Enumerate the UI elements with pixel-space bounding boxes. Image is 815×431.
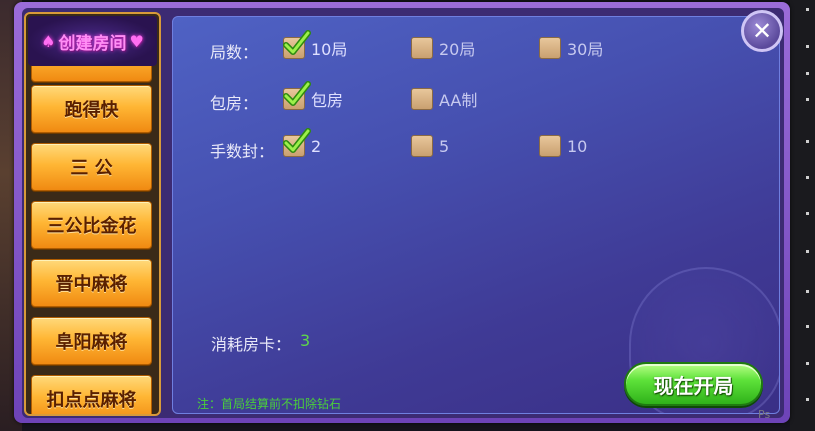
game-label: 扣点点麻将 (46, 390, 137, 411)
option-text: 包房 (311, 91, 344, 110)
settings-panel: 局数： 10局 20局 30局 包房： 包房 AA制 手数封： 2 5 10 消… (172, 16, 780, 414)
option-text: 10 (567, 136, 588, 156)
game-button-jinzhong-mahjong[interactable]: 晋中麻将 (31, 259, 152, 307)
hand-cap-label: 手数封： (210, 142, 275, 161)
checkbox[interactable] (283, 30, 311, 59)
heart-icon: ♥ (129, 31, 144, 51)
option-text: AA制 (439, 91, 478, 110)
hand-cap-option-2[interactable]: 2 (283, 128, 322, 157)
option-text: 20局 (439, 40, 476, 59)
game-button-koudiandian-mahjong[interactable]: 扣点点麻将 (31, 375, 152, 414)
game-label: 跑得快 (64, 100, 119, 121)
start-game-label: 现在开局 (653, 373, 734, 398)
game-button-sangong-jinhua[interactable]: 三公比金花 (31, 201, 152, 249)
spade-icon: ♠ (41, 31, 56, 51)
close-icon: ✕ (751, 17, 773, 45)
checkbox[interactable] (283, 81, 311, 110)
game-button-fuyang-mahjong[interactable]: 阜阳麻将 (31, 317, 152, 365)
room-card-cost-label: 消耗房卡： (211, 335, 292, 354)
side-dot (806, 140, 809, 143)
start-game-button[interactable]: 现在开局 (624, 362, 763, 406)
room-pay-option-host[interactable]: 包房 (283, 81, 344, 111)
side-dot (806, 362, 809, 365)
option-text: 5 (439, 136, 450, 156)
checkbox[interactable] (411, 135, 433, 157)
room-card-cost-value: 3 (300, 331, 311, 350)
side-dot (806, 45, 809, 48)
side-dot (806, 398, 809, 401)
option-text: 10局 (311, 40, 348, 59)
background-right (790, 0, 815, 431)
game-label: 三公比金花 (46, 216, 137, 237)
note-text: 注：首局结算前不扣除钻石 (197, 397, 342, 411)
sidebar-title-text: 创建房间 (58, 33, 127, 54)
side-dot (806, 212, 809, 215)
corner-watermark: Ps (758, 408, 771, 421)
checkbox[interactable] (539, 37, 561, 59)
rounds-option-20[interactable]: 20局 (411, 36, 475, 60)
room-pay-label: 包房： (210, 94, 259, 113)
check-icon (283, 81, 311, 106)
sidebar-title: ♠ 创建房间 ♥ (28, 16, 157, 66)
game-label: 阜阳麻将 (55, 332, 128, 353)
game-sidebar: 跑得快 三 公 三公比金花 晋中麻将 阜阳麻将 扣点点麻将 ♠ 创建房间 ♥ (24, 12, 161, 416)
rounds-option-30[interactable]: 30局 (539, 36, 603, 60)
option-text: 2 (311, 136, 322, 156)
checkbox[interactable] (411, 37, 433, 59)
game-label: 晋中麻将 (55, 274, 128, 295)
side-dot (806, 325, 809, 328)
side-dot (806, 72, 809, 75)
rounds-option-10[interactable]: 10局 (283, 30, 348, 60)
room-pay-option-aa[interactable]: AA制 (411, 87, 477, 111)
option-text: 30局 (567, 40, 604, 59)
checkbox[interactable] (539, 135, 561, 157)
hand-cap-option-10[interactable]: 10 (539, 135, 587, 157)
rounds-label: 局数： (210, 43, 259, 62)
check-icon (283, 128, 311, 153)
checkbox[interactable] (283, 128, 311, 157)
checkbox[interactable] (411, 88, 433, 110)
hand-cap-option-5[interactable]: 5 (411, 135, 449, 157)
close-button[interactable]: ✕ (741, 10, 783, 52)
side-dot (806, 250, 809, 253)
game-label: 三 公 (70, 158, 113, 179)
game-button-sangong[interactable]: 三 公 (31, 143, 152, 191)
check-icon (283, 30, 311, 55)
side-dot (806, 98, 809, 101)
game-button-paodekuai[interactable]: 跑得快 (31, 85, 152, 133)
side-dot (806, 176, 809, 179)
side-dot (806, 290, 809, 293)
side-dot (806, 8, 809, 11)
